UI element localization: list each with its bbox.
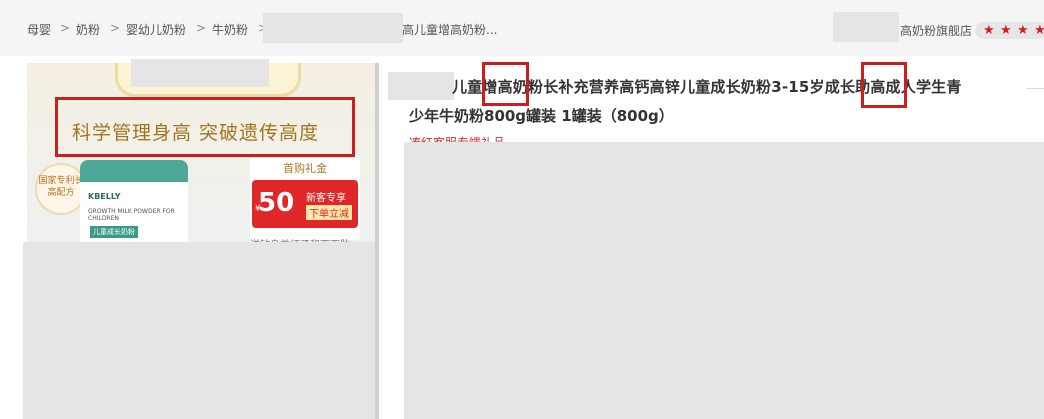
breadcrumb-item-infant-milk[interactable]: 婴幼儿奶粉 [126, 22, 186, 38]
store-name-link[interactable]: 高奶粉旗舰店 [900, 22, 972, 39]
redacted-block [263, 13, 403, 43]
breadcrumb-item-cow-milk[interactable]: 牛奶粉 [212, 22, 248, 38]
breadcrumb-item-mother-baby[interactable]: 母婴 [27, 22, 51, 38]
title-highlight-box [861, 62, 907, 108]
redacted-block [23, 242, 375, 419]
can-tag: 儿童成长奶粉 [90, 226, 138, 238]
redacted-block [404, 142, 1044, 419]
coupon-label-new: 新客专享 [306, 193, 346, 204]
redacted-block [833, 12, 899, 42]
breadcrumb-separator: > [110, 21, 121, 35]
breadcrumb-separator: > [196, 21, 207, 35]
divider [1026, 88, 1044, 89]
star-icon: ★ [983, 23, 995, 38]
redacted-block [388, 72, 454, 100]
breadcrumb-item-milk-powder[interactable]: 奶粉 [76, 22, 100, 38]
product-can: KBELLY GROWTH MILK POWDER FOR CHILDREN 儿… [80, 160, 188, 250]
breadcrumb-separator: > [60, 21, 71, 35]
store-rating: ★ ★ ★ ★ [975, 22, 1044, 39]
image-scrollbar[interactable] [375, 63, 379, 419]
star-icon: ★ [1017, 23, 1029, 38]
title-highlight-box [482, 62, 529, 106]
image-slogan: 科学管理身高 突破遗传高度 [72, 122, 320, 144]
star-icon: ★ [1034, 23, 1044, 38]
redacted-block [131, 59, 269, 87]
coupon-amount: 50 [258, 188, 295, 218]
coupon-card: ¥ 50 新客专享 下单立减 [252, 180, 358, 228]
breadcrumb-current: 高儿童增高奶粉... [402, 23, 498, 37]
can-lid [80, 160, 188, 182]
coupon-label-discount: 下单立减 [306, 205, 352, 220]
star-icon: ★ [1000, 23, 1012, 38]
gift-title: 首购礼金 [283, 162, 327, 175]
can-description: GROWTH MILK POWDER FOR CHILDREN [88, 208, 175, 222]
product-title-line2: 少年牛奶粉800g罐装 1罐装（800g） [409, 107, 674, 125]
can-brand: KBELLY [88, 192, 121, 201]
